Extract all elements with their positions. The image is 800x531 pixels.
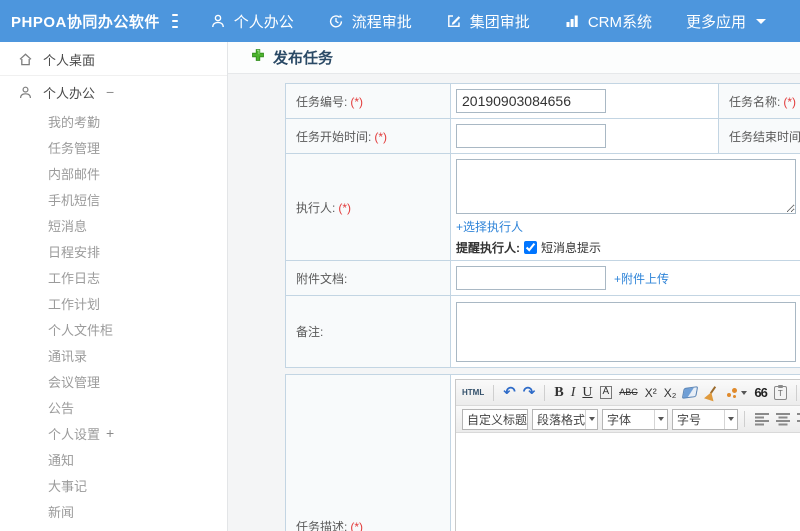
- attachment-label-cell: 附件文档:: [285, 260, 451, 296]
- undo-icon[interactable]: ↶: [503, 385, 516, 400]
- home-icon: [18, 52, 33, 67]
- editor-toolbar-row-2: 自定义标题 段落格式 字体 字号: [456, 406, 800, 433]
- menu-toggle-icon[interactable]: [171, 14, 178, 28]
- task-number-input[interactable]: [456, 89, 606, 113]
- custom-title-select[interactable]: 自定义标题: [462, 408, 528, 430]
- auto-typeset-dropdown[interactable]: [726, 387, 748, 399]
- caret-down-icon: [658, 417, 664, 421]
- sidebar-item-notice[interactable]: 通知: [0, 446, 227, 472]
- sidebar: 个人桌面 个人办公 − 我的考勤 任务管理 内部邮件 手机短信 短消息 日程安排…: [0, 42, 228, 531]
- task-description-table: 任务描述: (*) HTML ↶ ↷ B I U A ABC X² X₂ 66 …: [285, 374, 800, 531]
- caret-down-icon: [756, 18, 766, 24]
- sms-tip-checkbox[interactable]: [524, 241, 537, 254]
- eraser-icon[interactable]: [682, 386, 699, 399]
- top-menu: 个人办公 流程审批 集团审批 CRM系统 更多应用: [210, 11, 800, 32]
- paragraph-format-select[interactable]: 段落格式: [532, 408, 598, 430]
- required-mark: (*): [783, 94, 797, 109]
- top-menu-personal-office[interactable]: 个人办公: [210, 11, 294, 32]
- attachment-input[interactable]: [456, 266, 606, 290]
- format-brush-icon[interactable]: [704, 386, 719, 400]
- bold-button[interactable]: B: [554, 385, 563, 400]
- caret-down-icon: [728, 417, 734, 421]
- start-time-input[interactable]: [456, 124, 606, 148]
- sidebar-item-internal-mail[interactable]: 内部邮件: [0, 160, 227, 186]
- font-family-select[interactable]: 字体: [602, 408, 668, 430]
- editor-toolbar-row-1: HTML ↶ ↷ B I U A ABC X² X₂ 66 T: [456, 380, 800, 406]
- bar-chart-icon: [564, 13, 580, 29]
- sidebar-item-memorabilia[interactable]: 大事记: [0, 472, 227, 498]
- sidebar-item-news[interactable]: 新闻: [0, 498, 227, 524]
- sidebar-item-address-book[interactable]: 通讯录: [0, 342, 227, 368]
- caret-down-icon: [741, 390, 748, 395]
- start-time-label-cell: 任务开始时间: (*): [285, 118, 451, 154]
- top-menu-workflow-approval[interactable]: 流程审批: [328, 11, 412, 32]
- alignment-buttons: [755, 412, 800, 426]
- collapse-icon[interactable]: −: [106, 85, 114, 99]
- top-menu-group-approval[interactable]: 集团审批: [446, 11, 530, 32]
- user-icon: [18, 85, 33, 100]
- sidebar-item-personal-file-cabinet[interactable]: 个人文件柜: [0, 316, 227, 342]
- sidebar-item-personal-desktop[interactable]: 个人桌面: [0, 44, 227, 76]
- attachment-upload-link[interactable]: +附件上传: [614, 270, 669, 287]
- required-mark: (*): [374, 129, 388, 144]
- process-icon: [328, 13, 344, 29]
- caret-down-icon: [589, 417, 596, 421]
- task-name-label-cell: 任务名称: (*): [718, 83, 800, 119]
- remind-executor-label: 提醒执行人:: [456, 241, 520, 255]
- strikethrough-button[interactable]: ABC: [619, 388, 638, 397]
- html-source-button[interactable]: HTML: [462, 388, 484, 397]
- required-mark: (*): [350, 519, 364, 531]
- page-header: 发布任务: [228, 42, 800, 74]
- add-icon: [251, 48, 265, 67]
- sidebar-item-personal-office[interactable]: 个人办公 −: [0, 76, 227, 108]
- end-time-label-cell: 任务结束时间:(*): [718, 118, 800, 154]
- required-mark: (*): [350, 94, 364, 109]
- sidebar-item-announcement[interactable]: 公告: [0, 394, 227, 420]
- executor-label-cell: 执行人: (*): [285, 153, 451, 261]
- task-number-label-cell: 任务编号: (*): [285, 83, 451, 119]
- sms-tip-label: 短消息提示: [541, 241, 602, 255]
- paste-icon[interactable]: [773, 384, 787, 400]
- sidebar-item-task-management[interactable]: 任务管理: [0, 134, 227, 160]
- executor-textarea[interactable]: [456, 159, 796, 214]
- sidebar-item-personal-settings[interactable]: 个人设置 +: [0, 420, 227, 446]
- sidebar-item-work-plan[interactable]: 工作计划: [0, 290, 227, 316]
- top-menu-crm-system[interactable]: CRM系统: [564, 11, 652, 32]
- sidebar-item-mobile-sms[interactable]: 手机短信: [0, 186, 227, 212]
- expand-icon[interactable]: +: [106, 426, 114, 440]
- rich-text-editor: HTML ↶ ↷ B I U A ABC X² X₂ 66 T 自定义标题 段落…: [455, 379, 800, 531]
- user-icon: [210, 13, 226, 29]
- superscript-button[interactable]: X²: [645, 387, 657, 399]
- main-content: 发布任务 任务编号:(*) 任务名称:(*): [228, 42, 800, 531]
- sparkle-icon: [726, 387, 738, 399]
- editor-content-area[interactable]: [456, 433, 800, 531]
- remark-label-cell: 备注:: [285, 295, 451, 368]
- sidebar-item-work-log[interactable]: 工作日志: [0, 264, 227, 290]
- align-center-icon[interactable]: [776, 412, 791, 426]
- required-mark: (*): [338, 200, 352, 215]
- choose-executor-link[interactable]: +选择执行人: [456, 218, 523, 235]
- sidebar-item-short-message[interactable]: 短消息: [0, 212, 227, 238]
- char-border-button[interactable]: A: [599, 386, 613, 399]
- italic-button[interactable]: I: [571, 385, 576, 400]
- form-area: 任务编号:(*) 任务名称:(*) 任务开始时间:(*): [228, 74, 800, 531]
- sidebar-item-schedule[interactable]: 日程安排: [0, 238, 227, 264]
- font-size-select[interactable]: 字号: [672, 408, 738, 430]
- task-form-table: 任务编号:(*) 任务名称:(*) 任务开始时间:(*): [285, 83, 800, 368]
- align-left-icon[interactable]: [755, 412, 770, 426]
- top-menu-more-apps[interactable]: 更多应用: [686, 11, 766, 32]
- blockquote-button[interactable]: 66: [754, 386, 768, 399]
- sidebar-item-my-attendance[interactable]: 我的考勤: [0, 108, 227, 134]
- sidebar-item-meeting-management[interactable]: 会议管理: [0, 368, 227, 394]
- edit-icon: [446, 13, 462, 29]
- top-navigation-bar: PHPOA协同办公软件 个人办公 流程审批 集团审批 CRM系统 更多应用: [0, 0, 800, 42]
- subscript-button[interactable]: X₂: [664, 387, 677, 399]
- redo-icon[interactable]: ↷: [523, 385, 536, 400]
- page-title: 发布任务: [273, 50, 334, 67]
- remark-textarea[interactable]: [456, 301, 796, 362]
- description-label-cell: 任务描述: (*): [285, 374, 451, 531]
- underline-button[interactable]: U: [582, 385, 592, 400]
- app-logo: PHPOA协同办公软件: [11, 13, 160, 31]
